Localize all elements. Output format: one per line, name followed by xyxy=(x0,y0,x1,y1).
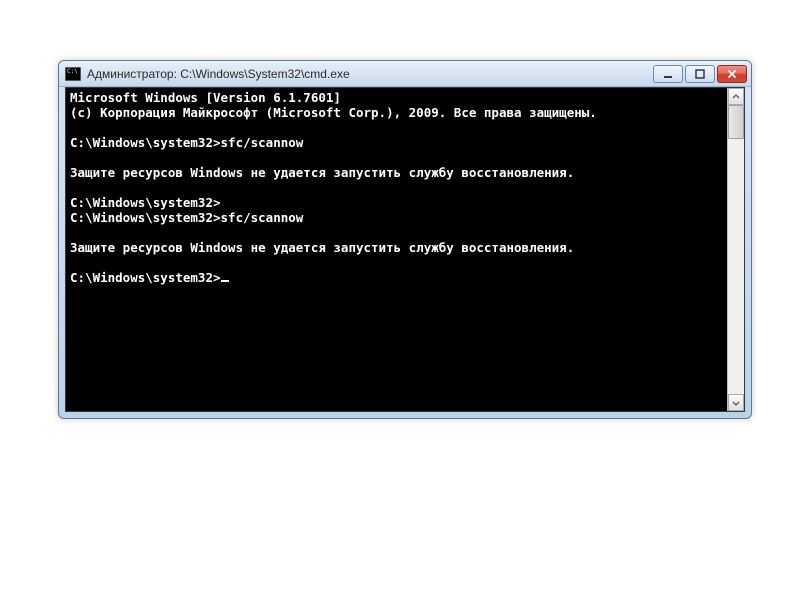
scroll-thumb[interactable] xyxy=(728,105,744,139)
command-prompt-window: Администратор: C:\Windows\System32\cmd.e… xyxy=(58,60,752,419)
close-icon xyxy=(727,69,737,79)
cmd-icon xyxy=(65,67,81,81)
window-title: Администратор: C:\Windows\System32\cmd.e… xyxy=(87,67,653,81)
maximize-button[interactable] xyxy=(685,65,715,83)
minimize-icon xyxy=(663,69,673,79)
maximize-icon xyxy=(695,69,705,79)
chevron-up-icon xyxy=(732,93,740,101)
window-controls xyxy=(653,65,747,83)
close-button[interactable] xyxy=(717,65,747,83)
scroll-track[interactable] xyxy=(728,105,744,394)
chevron-down-icon xyxy=(732,399,740,407)
console-output[interactable]: Microsoft Windows [Version 6.1.7601] (c)… xyxy=(66,88,727,411)
titlebar[interactable]: Администратор: C:\Windows\System32\cmd.e… xyxy=(59,61,751,87)
scroll-up-button[interactable] xyxy=(728,88,744,105)
client-area: Microsoft Windows [Version 6.1.7601] (c)… xyxy=(65,87,745,412)
minimize-button[interactable] xyxy=(653,65,683,83)
text-cursor xyxy=(221,280,229,282)
vertical-scrollbar[interactable] xyxy=(727,88,744,411)
scroll-down-button[interactable] xyxy=(728,394,744,411)
